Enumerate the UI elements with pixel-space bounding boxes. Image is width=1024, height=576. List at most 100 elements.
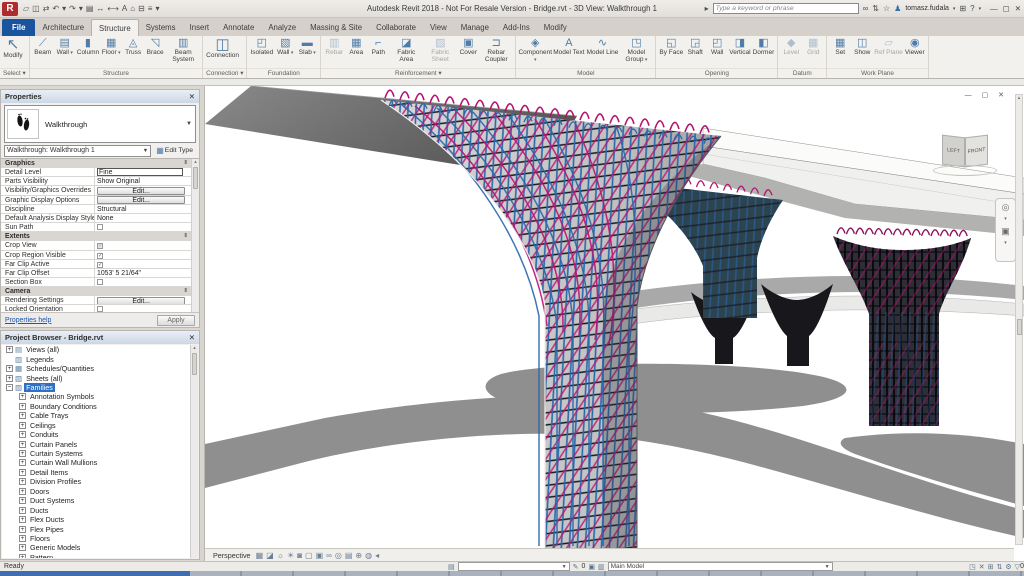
temporary-hide-isolate-icon[interactable]: ∞ bbox=[326, 551, 332, 560]
foundation-btn-2[interactable]: ▬ Slab bbox=[296, 37, 318, 57]
tab-4[interactable]: Insert bbox=[183, 19, 217, 36]
property-row-11[interactable]: Far Clip Active bbox=[1, 260, 191, 269]
model-btn-1[interactable]: A Model Text bbox=[552, 37, 585, 57]
exchange-apps-icon[interactable]: ⊞ bbox=[959, 4, 966, 13]
property-row-3[interactable]: Visibility/Graphics Overrides Edit... bbox=[1, 186, 191, 195]
panel-label-reinforcement[interactable]: Reinforcement ▾ bbox=[321, 68, 515, 78]
show-crop-region-icon[interactable]: ▣ bbox=[316, 551, 324, 560]
rendering-dialog-icon[interactable]: ◙ bbox=[297, 551, 302, 560]
property-row-15[interactable]: Rendering Settings Edit... bbox=[1, 296, 191, 305]
tree-expander-8[interactable]: + bbox=[19, 422, 26, 429]
structure-btn-6[interactable]: ▥ Beam System bbox=[166, 37, 200, 64]
viewcube-compass-ring[interactable] bbox=[933, 165, 997, 176]
model-btn-3[interactable]: ◳ Model Group bbox=[619, 37, 653, 64]
tree-row-15[interactable]: + Doors bbox=[2, 487, 190, 496]
panel-label-select[interactable]: Select ▾ bbox=[0, 68, 29, 78]
editable-only-icon[interactable]: ◳ bbox=[969, 563, 976, 571]
tree-expander-15[interactable]: + bbox=[19, 488, 26, 495]
opening-btn-1[interactable]: ◲ Shaft bbox=[684, 37, 706, 57]
structure-btn-0[interactable]: ⟋ Beam bbox=[32, 37, 54, 57]
opening-btn-2[interactable]: ◰ Wall bbox=[706, 37, 728, 57]
tree-expander-10[interactable]: + bbox=[19, 441, 26, 448]
structure-btn-3[interactable]: ▦ Floor bbox=[100, 37, 122, 57]
steering-wheel-icon[interactable]: ◎ bbox=[1002, 202, 1010, 212]
select-links-icon[interactable]: ⇅ bbox=[996, 563, 1002, 571]
property-row-0[interactable]: Graphics bbox=[1, 159, 191, 168]
temporary-view-properties-icon[interactable]: ▤ bbox=[345, 551, 353, 560]
sign-in-icon[interactable]: ⇅ bbox=[872, 4, 879, 13]
reinforcement-btn-1[interactable]: ▦ Area bbox=[345, 37, 367, 57]
zoom-dropdown-icon[interactable]: ▾ bbox=[1004, 238, 1007, 248]
edit-type-button[interactable]: ▦ Edit Type bbox=[153, 145, 196, 157]
tab-10[interactable]: Manage bbox=[454, 19, 496, 36]
type-selector-dropdown-icon[interactable]: ▼ bbox=[186, 121, 192, 127]
structure-btn-4[interactable]: ◬ Truss bbox=[122, 37, 144, 57]
select-btn-0[interactable]: ↖ Modify bbox=[2, 37, 24, 60]
opening-btn-0[interactable]: ◱ By Face bbox=[658, 37, 684, 57]
tab-1[interactable]: Architecture bbox=[35, 19, 91, 36]
exclude-options-icon[interactable]: ✕ bbox=[979, 563, 985, 571]
property-row-1[interactable]: Detail Level Fine bbox=[1, 168, 191, 177]
view-scale[interactable]: Perspective bbox=[213, 551, 251, 560]
print-icon[interactable]: ▤ bbox=[86, 4, 94, 13]
opening-btn-4[interactable]: ◧ Dormer bbox=[752, 37, 776, 57]
tree-row-10[interactable]: + Curtain Panels bbox=[2, 439, 190, 448]
tree-expander-9[interactable]: + bbox=[19, 431, 26, 438]
tree-expander-0[interactable]: + bbox=[6, 346, 13, 353]
active-option-only-icon[interactable]: ▥ bbox=[598, 563, 605, 571]
reinforcement-btn-0[interactable]: ▥ Rebar bbox=[323, 37, 345, 57]
workset-combo[interactable]: ▼ bbox=[458, 562, 570, 571]
tab-12[interactable]: Modify bbox=[537, 19, 574, 36]
properties-header[interactable]: Properties ✕ bbox=[1, 90, 199, 103]
property-row-6[interactable]: Default Analysis Display Style None bbox=[1, 214, 191, 223]
tree-expander-3[interactable]: + bbox=[6, 375, 13, 382]
tree-expander-19[interactable]: + bbox=[19, 526, 26, 533]
apply-button[interactable]: Apply bbox=[157, 315, 195, 326]
viewcube-left-face[interactable]: LEFT bbox=[942, 135, 965, 168]
tree-row-16[interactable]: + Duct Systems bbox=[2, 496, 190, 505]
tree-row-3[interactable]: + ▧ Sheets (all) bbox=[2, 373, 190, 382]
tree-expander-11[interactable]: + bbox=[19, 450, 26, 457]
tree-expander-6[interactable]: + bbox=[19, 403, 26, 410]
project-browser-close-icon[interactable]: ✕ bbox=[189, 333, 195, 342]
design-options-icon[interactable]: ▣ bbox=[588, 563, 595, 571]
property-row-13[interactable]: Section Box bbox=[1, 278, 191, 287]
opening-btn-3[interactable]: ◨ Vertical bbox=[728, 37, 751, 57]
help-icon[interactable]: ? bbox=[970, 4, 974, 13]
detail-level-icon[interactable]: ▦ bbox=[256, 551, 264, 560]
structure-btn-2[interactable]: ▮ Column bbox=[76, 37, 100, 57]
property-row-14[interactable]: Camera bbox=[1, 287, 191, 296]
tree-row-7[interactable]: + Cable Trays bbox=[2, 411, 190, 420]
properties-close-icon[interactable]: ✕ bbox=[189, 92, 195, 101]
tab-9[interactable]: View bbox=[423, 19, 454, 36]
reinforcement-btn-5[interactable]: ▣ Cover bbox=[457, 37, 479, 57]
view-window-buttons[interactable]: — ▢ ✕ bbox=[965, 91, 1008, 99]
wheel-dropdown-icon[interactable]: ▾ bbox=[1004, 214, 1007, 224]
reinforcement-btn-2[interactable]: ⌐ Path bbox=[367, 37, 389, 57]
foundation-btn-1[interactable]: ▧ Wall bbox=[274, 37, 296, 57]
tree-row-14[interactable]: + Division Profiles bbox=[2, 477, 190, 486]
worksharing-display-icon[interactable]: ◍ bbox=[365, 551, 372, 560]
sun-path-icon[interactable]: ☼ bbox=[277, 551, 284, 560]
close-button[interactable]: ✕ bbox=[1015, 4, 1021, 13]
tree-expander-14[interactable]: + bbox=[19, 478, 26, 485]
browser-scrollbar[interactable]: ▴ bbox=[190, 345, 198, 558]
user-dropdown-icon[interactable]: ▾ bbox=[953, 6, 956, 12]
property-row-12[interactable]: Far Clip Offset 1053' 5 21/64" bbox=[1, 269, 191, 278]
user-name[interactable]: tomasz.fudala bbox=[905, 5, 949, 12]
customize-qat-icon[interactable]: ▾ bbox=[155, 4, 159, 13]
shadows-icon[interactable]: ☀ bbox=[287, 551, 294, 560]
tree-row-8[interactable]: + Ceilings bbox=[2, 421, 190, 430]
reveal-hidden-elements-icon[interactable]: ◎ bbox=[335, 551, 342, 560]
save-icon[interactable]: ◫ bbox=[32, 4, 40, 13]
undo-dropdown-icon[interactable]: ▾ bbox=[62, 4, 66, 13]
section-icon[interactable]: ⊟ bbox=[138, 4, 145, 13]
property-row-10[interactable]: Crop Region Visible bbox=[1, 251, 191, 260]
text-icon[interactable]: A bbox=[122, 4, 127, 13]
tree-expander-22[interactable]: + bbox=[19, 554, 26, 558]
work-plane-btn-2[interactable]: ▱ Ref Plane bbox=[873, 37, 904, 57]
background-processes-icon[interactable]: ⚙ bbox=[1005, 563, 1011, 571]
navigation-bar[interactable]: ◎ ▾ ▣ ▾ bbox=[995, 198, 1016, 262]
redo-icon[interactable]: ↷ bbox=[69, 4, 76, 13]
model-btn-2[interactable]: ∿ Model Line bbox=[586, 37, 620, 57]
